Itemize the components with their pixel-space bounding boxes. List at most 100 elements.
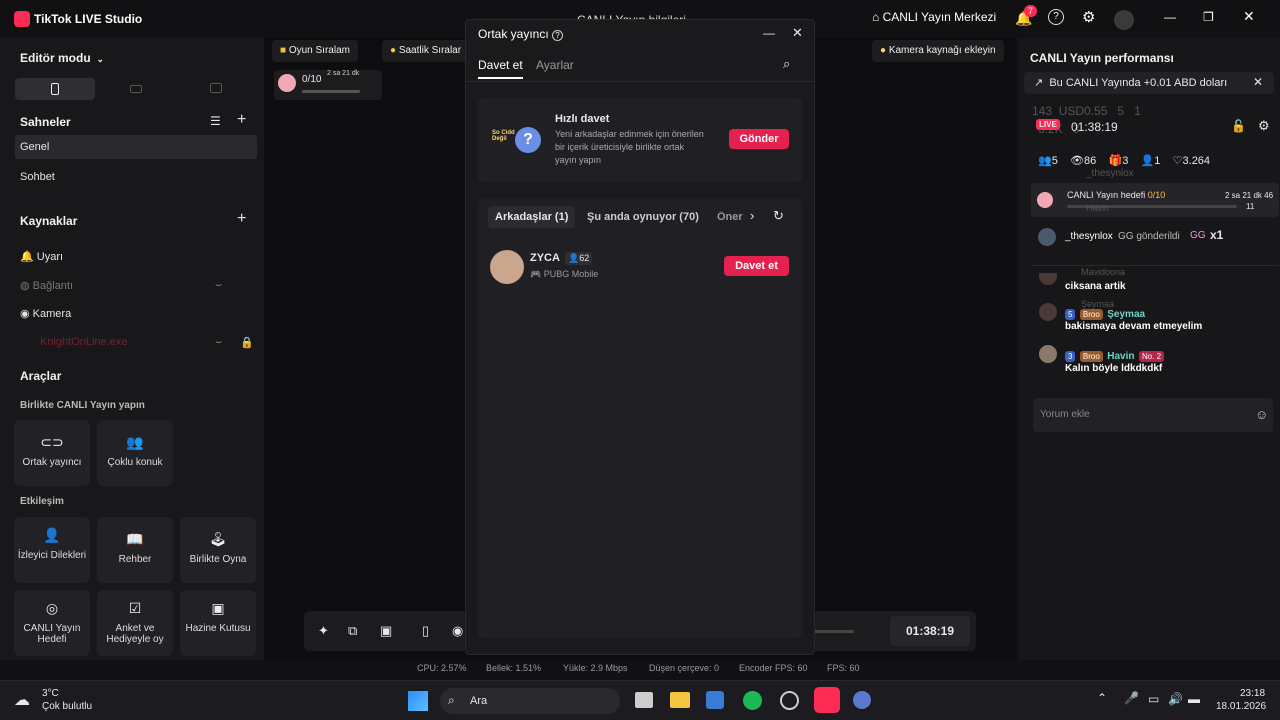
task-view-icon[interactable] [635, 692, 653, 708]
game-ranking-pill[interactable]: ■ Oyun Sıralam [272, 40, 358, 62]
scene-list-icon[interactable]: ☰ [210, 114, 221, 128]
performance-title: CANLI Yayın performansı [1030, 51, 1174, 65]
portrait-layout-button[interactable] [15, 78, 95, 100]
tool-multi-guest[interactable]: 👥 Çoklu konuk [97, 420, 173, 486]
tool-live-goal[interactable]: ◎ CANLI Yayın Hedefi [14, 590, 90, 656]
minimize-icon[interactable]: — [1164, 10, 1176, 24]
network-icon[interactable]: ▭ [1148, 692, 1159, 706]
tool-treasure-box[interactable]: ▣ Hazine Kutusu [180, 590, 256, 656]
source-item-camera[interactable]: ◉ Kamera [20, 307, 71, 320]
settings-icon[interactable]: ⚙ [1082, 8, 1095, 26]
live-center-link[interactable]: ⌂ CANLI Yayın Merkezi [872, 10, 996, 24]
chevron-up-icon[interactable]: ⌃ [1097, 691, 1107, 705]
hidden-eye-icon[interactable]: ⌣ [215, 336, 222, 349]
help-icon[interactable]: ? [1048, 9, 1064, 25]
gg-gift-icon: GG [1190, 230, 1206, 241]
store-icon[interactable] [706, 691, 724, 709]
source-label: KnightOnLine.exe [40, 336, 128, 348]
avatar[interactable] [1114, 10, 1134, 30]
viewers-icon: 👥 [1038, 155, 1052, 167]
magic-wand-icon[interactable]: ✦ [318, 623, 329, 639]
ghost-name-2: Havin [1086, 203, 1110, 213]
gift-user: _thesynlox [1065, 231, 1113, 242]
chat-user[interactable]: Havin [1107, 351, 1134, 362]
tools-sub-interaction: Etkileşim [20, 496, 64, 507]
battery-icon[interactable]: ▬ [1188, 692, 1200, 706]
capture-icon[interactable]: ▣ [380, 623, 392, 639]
volume-icon[interactable]: 🔊 [1168, 692, 1183, 706]
microphone-icon[interactable]: 🎤 [1124, 691, 1139, 705]
source-item-link[interactable]: ◍ Bağlantı ⌣ [20, 279, 222, 292]
tab-invite[interactable]: Davet et [478, 58, 523, 72]
friend-game-label: PUBG Mobile [543, 269, 599, 279]
goal-sub: 11 [1246, 202, 1255, 211]
tool-label: Ortak yayıncı [22, 457, 82, 468]
tool-guide[interactable]: 📖 Rehber [97, 517, 173, 583]
landscape-layout-icon[interactable] [130, 85, 142, 93]
source-item-alert[interactable]: 🔔 Uyarı [20, 250, 63, 263]
scene-item-sohbet[interactable]: Sohbet [20, 171, 55, 183]
source-item-game[interactable]: KnightOnLine.exe ⌣ 🔒 [20, 336, 254, 349]
search-icon[interactable]: ⌕ [783, 56, 790, 72]
clock-time[interactable]: 23:18 [1240, 688, 1265, 699]
settings-icon[interactable]: ⚙ [1258, 118, 1270, 134]
dual-layout-icon[interactable] [210, 83, 222, 93]
add-source-icon[interactable]: + [237, 210, 246, 228]
hidden-eye-icon[interactable]: ⌣ [215, 279, 222, 292]
chat-user[interactable]: Şeymaa [1107, 309, 1145, 320]
close-dialog-icon[interactable]: ✕ [792, 25, 803, 41]
level-badge: 3 [1065, 351, 1076, 362]
send-button[interactable]: Gönder [729, 129, 789, 149]
tool-cohost[interactable]: ⊂⊃ Ortak yayıncı [14, 420, 90, 486]
tool-play-together[interactable]: 🕹 Birlikte Oyna [180, 517, 256, 583]
unlock-icon[interactable]: 🔓 [1231, 119, 1246, 133]
stat-likes: 3.264 [1182, 155, 1211, 167]
gift-icon: 🎁 [1108, 155, 1123, 167]
editor-mode-dropdown[interactable]: Editör modu ⌄ [20, 51, 104, 65]
windows-start-icon[interactable] [408, 691, 428, 711]
invite-button[interactable]: Davet et [724, 256, 789, 276]
goal-value: 0/10 [1147, 190, 1166, 200]
file-explorer-icon[interactable] [670, 692, 690, 708]
tool-viewer-wishes[interactable]: 👤 İzleyici Dilekleri [14, 517, 90, 583]
tool-poll[interactable]: ☑ Anket ve Hediyeyle oy [97, 590, 173, 656]
close-banner-icon[interactable]: ✕ [1253, 75, 1263, 89]
minimize-dialog-icon[interactable]: — [763, 26, 775, 40]
scene-item-genel[interactable]: Genel [15, 135, 257, 159]
goal-time: 2 sa 21 dk [327, 70, 360, 77]
close-window-icon[interactable]: ✕ [1243, 8, 1255, 25]
filter-suggested[interactable]: Öner [717, 211, 744, 223]
refresh-icon[interactable]: ↻ [773, 208, 784, 224]
emoji-icon[interactable]: ☺ [1255, 407, 1268, 422]
spotify-icon[interactable] [743, 691, 762, 710]
clock-date[interactable]: 18.01.2026 [1216, 701, 1266, 712]
app-taskbar-icon[interactable] [853, 691, 871, 709]
info-icon[interactable]: ? [552, 30, 564, 41]
add-camera-pill[interactable]: ● Kamera kaynağı ekleyin [872, 40, 1004, 62]
filter-playing[interactable]: Şu anda oynuyor (70) [587, 211, 699, 223]
screen-share-icon[interactable]: ⧉ [348, 623, 357, 639]
user-avatar [1038, 228, 1056, 246]
filter-friends[interactable]: Arkadaşlar (1) [488, 206, 576, 228]
steam-icon[interactable] [780, 691, 799, 710]
add-scene-icon[interactable]: + [237, 111, 246, 129]
cloud-weather-icon[interactable]: ☁ [14, 690, 30, 710]
lock-icon[interactable]: 🔒 [240, 336, 254, 349]
chevron-right-icon[interactable]: › [750, 208, 754, 223]
phone-icon[interactable]: ▯ [422, 623, 429, 639]
tiktok-studio-taskbar-icon[interactable] [814, 687, 840, 713]
book-icon: 📖 [126, 531, 144, 547]
notification-button[interactable]: 🔔 7 [1015, 5, 1038, 27]
tools-sub-cohost: Birlikte CANLI Yayın yapın [20, 400, 145, 411]
taskbar-search[interactable]: ⌕ Ara [440, 688, 620, 714]
hourly-ranking-pill[interactable]: ● Saatlik Sıralar [382, 40, 470, 62]
comment-input[interactable]: Yorum ekle ☺ [1033, 398, 1273, 432]
fan-badge: Broo [1079, 309, 1103, 320]
tab-settings[interactable]: Ayarlar [536, 58, 574, 72]
link-icon: ⊂⊃ [40, 434, 64, 450]
volume-slider[interactable] [814, 630, 854, 633]
record-icon[interactable]: ◉ [452, 623, 463, 639]
viewer-request-icon: 👤 [43, 527, 61, 543]
friend-name: ZYCA [530, 252, 560, 264]
restore-icon[interactable]: ❐ [1203, 10, 1214, 24]
